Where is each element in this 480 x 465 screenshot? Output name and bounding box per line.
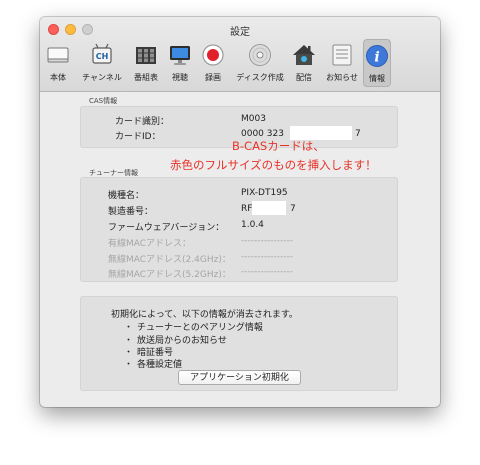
toolbar-item-channel[interactable]: CH チャンネル [80,39,124,87]
app-reset-button[interactable]: アプリケーション初期化 [178,370,301,385]
model-value: PIX-DT195 [241,188,288,198]
serial-value-end: 7 [290,204,296,214]
model-label: 機種名： [108,191,145,201]
info-icon: i [364,43,390,69]
bullet: ・ [124,360,134,370]
svg-text:i: i [374,50,379,66]
card-id-label: カードID： [115,132,161,142]
serial-label: 製造番号： [108,207,154,217]
card-type-label: カード識別： [115,117,170,127]
wifi24-mac-value: ---------------- [241,252,293,262]
wired-mac-value: ---------------- [241,236,293,246]
svg-text:CH: CH [96,52,109,61]
card-id-value-end: 7 [355,129,361,139]
device-icon [45,42,71,68]
toolbar-item-notice[interactable]: お知らせ [324,39,360,87]
toolbar-item-broadcast[interactable]: 配信 [290,39,318,87]
program-guide-icon [133,42,159,68]
annotation-line-1: B-CASカードは、 [232,139,325,153]
firmware-value: 1.0.4 [241,220,264,230]
home-broadcast-icon [291,42,317,68]
cas-section-label: CAS情報 [89,97,118,105]
toolbar-item-info[interactable]: i 情報 [363,39,391,87]
serial-value-start: RF [241,204,253,214]
toolbar-item-watch[interactable]: 視聴 [165,39,195,87]
card-type-value: M003 [241,114,266,124]
wifi24-mac-label: 無線MACアドレス(2.4GHz)： [108,255,231,265]
channel-ch-icon: CH [89,42,115,68]
window-title: 設定 [230,27,250,38]
monitor-icon [167,42,193,68]
toolbar-item-program-guide[interactable]: 番組表 [130,39,162,87]
reset-item-pairing: チューナーとのペアリング情報 [137,323,263,333]
reset-intro-text: 初期化によって、以下の情報が消去されます。 [111,310,298,320]
toolbar-item-device[interactable]: 本体 [44,39,72,87]
wired-mac-label: 有線MACアドレス： [108,239,192,249]
wifi5-mac-value: ---------------- [241,267,293,277]
firmware-label: ファームウェアバージョン： [108,223,225,233]
title-bar: 設定 本体 CH チャンネル 番組表 視聴 録画 ディスク作成 配信 お知らせ … [40,17,440,92]
bullet: ・ [124,323,134,333]
notice-icon [329,42,355,68]
annotation-line-2: 赤色のフルサイズのものを挿入します！ [170,158,377,172]
reset-list-item: ・各種設定値 [124,357,182,370]
serial-redaction [252,201,286,215]
disc-icon [247,42,273,68]
wifi5-mac-label: 無線MACアドレス(5.2GHz)： [108,270,231,280]
reset-list-item: ・チューナーとのペアリング情報 [124,320,263,333]
record-icon [200,42,226,68]
toolbar-item-disc[interactable]: ディスク作成 [236,39,284,87]
toolbar-item-record[interactable]: 録画 [198,39,228,87]
reset-item-settings: 各種設定値 [137,360,183,370]
